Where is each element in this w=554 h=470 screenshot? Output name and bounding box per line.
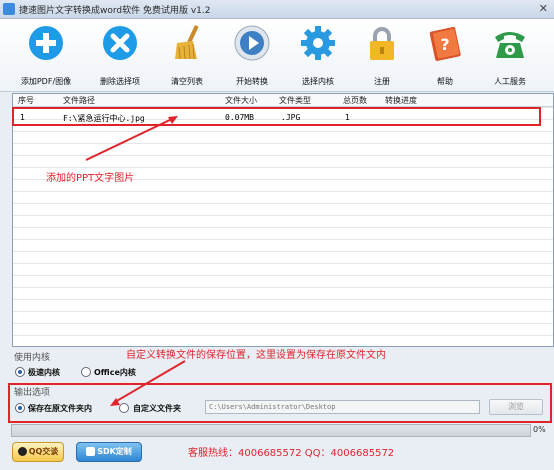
phone-icon (495, 32, 525, 58)
qq-icon (17, 447, 27, 456)
file-annotation-text: 添加的PPT文字图片 (46, 173, 135, 184)
col-path-header[interactable]: 文件路径 (63, 95, 95, 106)
engine-office-radio[interactable] (81, 367, 91, 377)
file-table[interactable]: 序号 文件路径 文件大小 文件类型 总页数 转换进度 1 F:\紧急运行中心.j… (12, 93, 554, 347)
table-grid (13, 107, 553, 345)
register-button[interactable]: 注册 (348, 21, 416, 89)
select-engine-label: 选择内核 (302, 77, 334, 86)
engine-fast-radio[interactable] (15, 367, 25, 377)
output-annotation-text: 自定义转换文件的保存位置，这里设置为保存在原文件文内 (126, 350, 386, 361)
col-pages-header[interactable]: 总页数 (343, 95, 367, 106)
gear-icon (301, 26, 335, 60)
close-icon[interactable]: ✕ (539, 2, 548, 15)
output-section-label: 输出选项 (14, 388, 51, 398)
col-size-header[interactable]: 文件大小 (225, 95, 257, 106)
browse-button[interactable]: 浏览 (489, 399, 543, 415)
qq-chat-button[interactable]: QQ交谈 (12, 442, 64, 462)
svg-text:?: ? (440, 35, 449, 54)
delete-selected-label: 删除选择项 (100, 77, 140, 86)
sdk-custom-button[interactable]: SDK定制 (76, 442, 142, 462)
clear-list-label: 清空列表 (171, 77, 203, 86)
engine-office-label: Office内核 (94, 368, 136, 377)
save-original-folder-label: 保存在原文件夹内 (28, 404, 92, 413)
col-type-header[interactable]: 文件类型 (279, 95, 311, 106)
col-progress-header[interactable]: 转换进度 (385, 95, 417, 106)
custom-folder-label: 自定义文件夹 (133, 404, 181, 413)
help-label: 帮助 (437, 77, 453, 86)
play-icon (234, 25, 270, 61)
delete-selected-button[interactable]: 删除选择项 (86, 21, 154, 89)
sdk-icon (86, 447, 96, 456)
broom-icon (175, 25, 199, 60)
table-header: 序号 文件路径 文件大小 文件类型 总页数 转换进度 (13, 94, 553, 107)
col-index-header[interactable]: 序号 (18, 95, 34, 106)
window-title: 捷速图片文字转换成word软件 免费试用版 v1.2 (19, 6, 211, 16)
engine-section-label: 使用内核 (14, 353, 51, 363)
start-convert-label: 开始转换 (236, 77, 268, 86)
select-engine-button[interactable]: 选择内核 (284, 21, 352, 89)
manual-service-label: 人工服务 (494, 77, 526, 86)
toolbar: 添加PDF/图像 删除选择项 清空列表 开始转换 选择内核 注册 ? 帮助 人工… (0, 19, 554, 92)
conversion-progress-bar (11, 424, 531, 437)
file-row-highlight (12, 107, 541, 126)
progress-percent: 0% (533, 425, 546, 434)
register-label: 注册 (374, 77, 390, 86)
output-path-input[interactable]: C:\Users\Administrator\Desktop (205, 400, 480, 414)
clear-list-button[interactable]: 清空列表 (153, 21, 221, 89)
sdk-custom-label: SDK定制 (97, 447, 132, 456)
engine-fast-label: 极速内核 (28, 368, 60, 377)
save-original-folder-radio[interactable] (15, 403, 25, 413)
app-icon (3, 3, 15, 15)
help-button[interactable]: ? 帮助 (411, 21, 479, 89)
title-bar: 捷速图片文字转换成word软件 免费试用版 v1.2 ✕ (0, 0, 554, 19)
add-pdf-image-label: 添加PDF/图像 (20, 77, 72, 86)
hotline-text: 客服热线：4006685572 QQ：4006685572 (188, 448, 395, 459)
lock-icon (370, 27, 394, 60)
add-pdf-image-button[interactable]: 添加PDF/图像 (12, 21, 80, 89)
delete-icon (103, 26, 137, 60)
help-book-icon: ? (429, 26, 461, 61)
start-convert-button[interactable]: 开始转换 (218, 21, 286, 89)
manual-service-button[interactable]: 人工服务 (476, 21, 544, 89)
custom-folder-radio[interactable] (119, 403, 129, 413)
qq-chat-label: QQ交谈 (28, 447, 59, 456)
add-icon (29, 26, 63, 60)
